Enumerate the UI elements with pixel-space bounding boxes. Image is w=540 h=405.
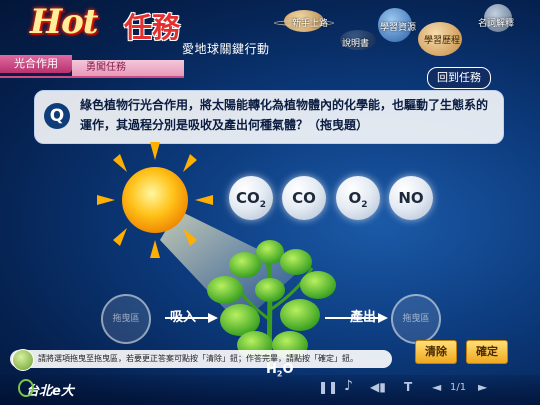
- page-indicator: 1/1: [450, 382, 467, 393]
- nav-learning-resources[interactable]: 學習資源: [380, 20, 416, 33]
- nav-manual[interactable]: 說明書: [342, 36, 369, 49]
- option-co2[interactable]: CO2: [229, 176, 273, 220]
- produce-drop-zone[interactable]: 拖曳區: [391, 294, 441, 344]
- absorb-drop-zone[interactable]: 拖曳區: [101, 294, 151, 344]
- text-icon[interactable]: T: [404, 380, 412, 394]
- option-no[interactable]: NO: [389, 176, 433, 220]
- instruction-bar: 請將選項拖曳至拖曳區，若要更正答案可點按「清除」鈕；作答完畢，請點按「確定」鈕。: [10, 350, 392, 368]
- absorb-label: 吸入: [170, 310, 197, 325]
- nav-glossary[interactable]: 名詞解釋: [478, 16, 514, 29]
- tab-mode[interactable]: 勇闖任務: [72, 60, 184, 76]
- back-to-task-button[interactable]: 回到任務: [427, 67, 491, 89]
- hint-icon: [12, 349, 34, 371]
- prev-icon[interactable]: ◄: [432, 380, 441, 394]
- sun-icon: [97, 142, 213, 258]
- option-co[interactable]: CO: [282, 176, 326, 220]
- tab-topic[interactable]: 光合作用: [0, 55, 72, 73]
- question-text: 綠色植物行光合作用，將太陽能轉化為植物體內的化學能，也驅動了生態系的運作，其過程…: [80, 98, 489, 132]
- music-icon[interactable]: ♪: [344, 378, 353, 394]
- nav-newbie[interactable]: 新手上路: [292, 16, 328, 29]
- confirm-button[interactable]: 確定: [466, 340, 508, 364]
- instruction-text: 請將選項拖曳至拖曳區，若要更正答案可點按「清除」鈕；作答完畢，請點按「確定」鈕。: [38, 354, 358, 363]
- question-marker-icon: Q: [44, 103, 70, 129]
- hot-logo: Hot: [30, 2, 99, 42]
- tab-divider: [0, 76, 184, 78]
- produce-label: 產出: [350, 310, 377, 325]
- task-logo: 任務: [124, 11, 181, 44]
- next-icon[interactable]: ►: [478, 380, 487, 394]
- page-subtitle: 愛地球關鍵行動: [182, 42, 270, 56]
- illustration: [97, 142, 388, 371]
- nav-learning-history[interactable]: 學習歷程: [424, 33, 460, 46]
- pause-icon[interactable]: ❚❚: [318, 380, 338, 394]
- clear-button[interactable]: 清除: [415, 340, 457, 364]
- option-o2[interactable]: O2: [336, 176, 380, 220]
- brand-mark-icon: [18, 379, 34, 397]
- volume-icon[interactable]: ◀▮: [370, 380, 386, 394]
